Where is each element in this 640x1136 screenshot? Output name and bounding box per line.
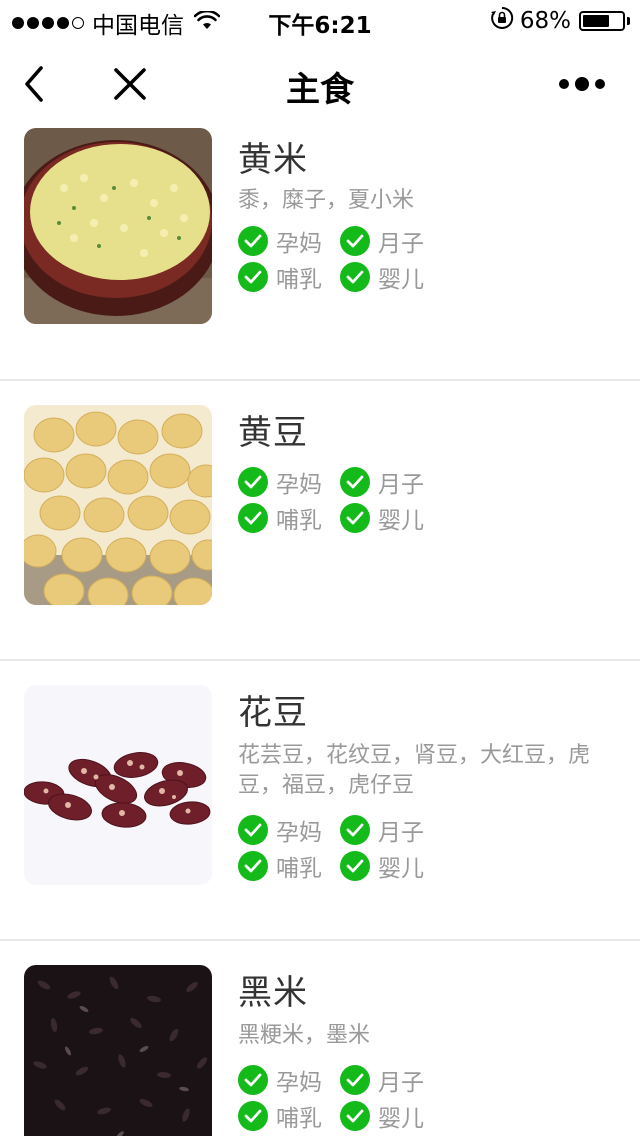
tag-list: 孕妈 月子 哺乳 婴儿 xyxy=(238,226,538,293)
check-circle-icon xyxy=(340,1065,370,1095)
check-circle-icon xyxy=(238,262,268,292)
tag-label: 哺乳 xyxy=(276,856,322,882)
tag-label: 孕妈 xyxy=(276,1070,322,1096)
check-circle-icon xyxy=(340,503,370,533)
tag-pregnant: 孕妈 xyxy=(238,467,322,498)
battery-cap xyxy=(627,17,630,25)
check-circle-icon xyxy=(340,226,370,256)
check-circle-icon xyxy=(238,1101,268,1131)
tag-list: 孕妈 月子 哺乳 婴儿 xyxy=(238,815,538,882)
tag-label: 月子 xyxy=(378,231,424,257)
tag-label: 哺乳 xyxy=(276,508,322,534)
item-title: 花豆 xyxy=(238,693,308,733)
tag-confinement: 月子 xyxy=(340,1065,424,1096)
check-circle-icon xyxy=(340,262,370,292)
tag-breastfeeding: 哺乳 xyxy=(238,1101,322,1132)
tag-label: 孕妈 xyxy=(276,820,322,846)
item-alias: 花芸豆，花纹豆，肾豆，大红豆，虎豆，福豆，虎仔豆 xyxy=(238,743,591,798)
list-item[interactable]: 黄米 黍，糜子，夏小米 孕妈 月子 哺乳 婴儿 xyxy=(0,128,640,380)
check-circle-icon xyxy=(340,467,370,497)
tag-confinement: 月子 xyxy=(340,815,424,846)
more-dots-icon xyxy=(559,77,605,91)
item-alias: 黍，糜子，夏小米 xyxy=(238,188,415,213)
check-circle-icon xyxy=(340,851,370,881)
nav-bar: 主食 xyxy=(0,40,640,128)
tag-label: 婴儿 xyxy=(378,267,424,293)
tag-pregnant: 孕妈 xyxy=(238,226,322,257)
check-circle-icon xyxy=(340,1101,370,1131)
list-item[interactable]: 花豆 花芸豆，花纹豆，肾豆，大红豆，虎豆，福豆，虎仔豆 孕妈 月子 哺乳 婴儿 xyxy=(0,661,640,939)
tag-confinement: 月子 xyxy=(340,226,424,257)
tag-label: 孕妈 xyxy=(276,472,322,498)
tag-infant: 婴儿 xyxy=(340,503,424,534)
item-title: 黄米 xyxy=(238,140,308,180)
battery-icon xyxy=(579,11,625,31)
tag-pregnant: 孕妈 xyxy=(238,815,322,846)
tag-list: 孕妈 月子 哺乳 婴儿 xyxy=(238,467,538,534)
tag-infant: 婴儿 xyxy=(340,1101,424,1132)
item-title: 黄豆 xyxy=(238,413,308,453)
soybean-photo xyxy=(24,405,212,605)
check-circle-icon xyxy=(238,1065,268,1095)
speckled-bean-photo xyxy=(24,685,212,885)
status-bar-right: 68% xyxy=(490,6,630,36)
tag-confinement: 月子 xyxy=(340,467,424,498)
tag-label: 月子 xyxy=(378,472,424,498)
more-button[interactable] xyxy=(542,60,622,108)
item-title: 黑米 xyxy=(238,973,308,1013)
tag-label: 婴儿 xyxy=(378,856,424,882)
tag-list: 孕妈 月子 哺乳 婴儿 xyxy=(238,1065,538,1132)
tag-label: 婴儿 xyxy=(378,1106,424,1132)
battery-percent: 68% xyxy=(519,8,571,34)
list-item[interactable]: 黄豆 孕妈 月子 哺乳 婴儿 xyxy=(0,381,640,659)
tag-label: 孕妈 xyxy=(276,231,322,257)
tag-label: 月子 xyxy=(378,820,424,846)
rotation-lock-icon xyxy=(490,6,514,36)
list-item[interactable]: 黑米 黑粳米，墨米 孕妈 月子 哺乳 婴儿 xyxy=(0,941,640,1136)
yellow-millet-photo xyxy=(24,128,212,324)
tag-label: 哺乳 xyxy=(276,1106,322,1132)
check-circle-icon xyxy=(238,815,268,845)
check-circle-icon xyxy=(238,503,268,533)
battery-level xyxy=(583,15,609,27)
tag-breastfeeding: 哺乳 xyxy=(238,851,322,882)
tag-label: 月子 xyxy=(378,1070,424,1096)
tag-breastfeeding: 哺乳 xyxy=(238,503,322,534)
item-alias: 黑粳米，墨米 xyxy=(238,1023,371,1048)
check-circle-icon xyxy=(238,851,268,881)
tag-pregnant: 孕妈 xyxy=(238,1065,322,1096)
tag-breastfeeding: 哺乳 xyxy=(238,262,322,293)
check-circle-icon xyxy=(238,467,268,497)
tag-label: 婴儿 xyxy=(378,508,424,534)
status-bar: 中国电信 下午6:21 68% xyxy=(0,0,640,40)
check-circle-icon xyxy=(340,815,370,845)
black-rice-photo xyxy=(24,965,212,1136)
food-list: 黄米 黍，糜子，夏小米 孕妈 月子 哺乳 婴儿 黄豆 孕妈 月子 哺乳 婴儿 花… xyxy=(0,128,640,1136)
tag-infant: 婴儿 xyxy=(340,851,424,882)
check-circle-icon xyxy=(238,226,268,256)
tag-infant: 婴儿 xyxy=(340,262,424,293)
tag-label: 哺乳 xyxy=(276,267,322,293)
